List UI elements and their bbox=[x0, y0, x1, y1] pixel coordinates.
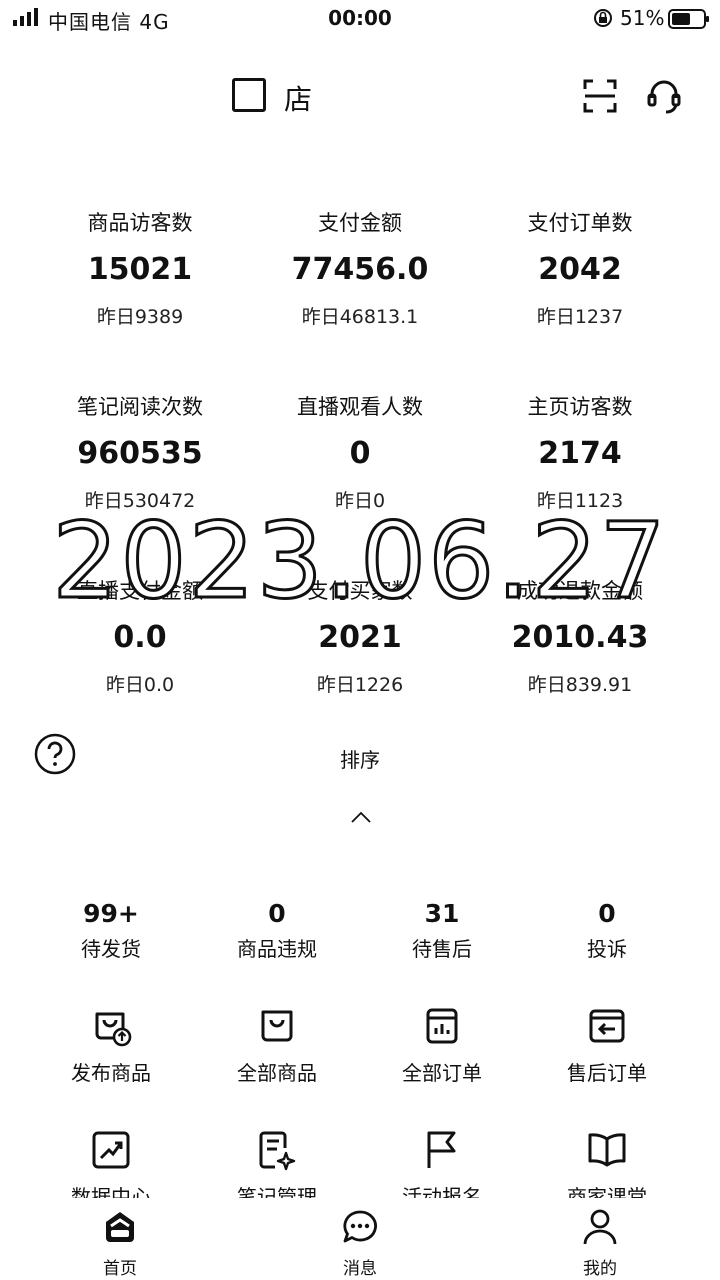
order-list-icon bbox=[426, 1008, 458, 1044]
stat-yesterday: 昨日1123 bbox=[536, 490, 624, 512]
bag-upload-icon bbox=[95, 1012, 132, 1047]
counter-value: 99+ bbox=[83, 899, 139, 928]
stat-value: 2010.43 bbox=[511, 620, 649, 655]
book-icon bbox=[588, 1133, 626, 1167]
battery-percent: 51% bbox=[620, 6, 665, 30]
stat-product-visitors[interactable]: 商品访客数 15021 昨日9389 bbox=[30, 208, 250, 332]
counter-value: 31 bbox=[424, 899, 460, 928]
nav-profile[interactable]: 我的 bbox=[540, 1208, 660, 1279]
shortcut-label: 全部商品 bbox=[237, 1061, 317, 1085]
shortcut-after-sale-orders[interactable]: 售后订单 bbox=[527, 1004, 687, 1088]
sort-button[interactable]: 排序 bbox=[0, 744, 720, 773]
stat-label: 直播支付金额 bbox=[77, 579, 203, 603]
stat-label: 主页访客数 bbox=[527, 395, 633, 419]
note-edit-icon bbox=[259, 1131, 296, 1171]
stat-yesterday: 昨日9389 bbox=[96, 306, 184, 328]
stat-refund-amount[interactable]: 成功退款金额 2010.43 昨日839.91 bbox=[470, 576, 690, 700]
stat-homepage-visitors[interactable]: 主页访客数 2174 昨日1123 bbox=[470, 392, 690, 516]
stat-label: 商品访客数 bbox=[87, 211, 193, 235]
stat-live-payment[interactable]: 直播支付金额 0.0 昨日0.0 bbox=[30, 576, 250, 700]
stat-note-reads[interactable]: 笔记阅读次数 960535 昨日530472 bbox=[30, 392, 250, 516]
chevron-up-icon[interactable] bbox=[350, 810, 372, 824]
counter-product-violations[interactable]: 0 商品违规 bbox=[197, 896, 357, 966]
stat-yesterday: 昨日46813.1 bbox=[301, 306, 419, 328]
counter-label: 待售后 bbox=[412, 937, 472, 961]
return-order-icon bbox=[589, 1009, 625, 1043]
nav-label: 首页 bbox=[103, 1259, 137, 1279]
nav-messages[interactable]: 消息 bbox=[300, 1208, 420, 1279]
battery-icon bbox=[668, 9, 709, 29]
stat-label: 笔记阅读次数 bbox=[77, 395, 203, 419]
shortcut-all-orders[interactable]: 全部订单 bbox=[362, 1004, 522, 1088]
stat-yesterday: 昨日0.0 bbox=[105, 674, 175, 696]
counter-label: 投诉 bbox=[587, 937, 627, 961]
counter-pending-after-sale[interactable]: 31 待售后 bbox=[362, 896, 522, 966]
stat-label: 直播观看人数 bbox=[297, 395, 423, 419]
shortcut-label: 全部订单 bbox=[402, 1061, 482, 1085]
shop-logo[interactable] bbox=[232, 78, 266, 112]
stat-label: 支付订单数 bbox=[527, 211, 633, 235]
counter-complaints[interactable]: 0 投诉 bbox=[527, 896, 687, 966]
shortcut-all-products[interactable]: 全部商品 bbox=[197, 1004, 357, 1088]
stat-value: 2174 bbox=[538, 436, 622, 471]
profile-icon bbox=[583, 1209, 617, 1245]
counter-label: 商品违规 bbox=[237, 937, 317, 961]
stat-yesterday: 昨日1226 bbox=[316, 674, 404, 696]
stat-payment-orders[interactable]: 支付订单数 2042 昨日1237 bbox=[470, 208, 690, 332]
nav-home[interactable]: 首页 bbox=[60, 1208, 180, 1279]
stat-value: 2021 bbox=[318, 620, 402, 655]
stat-yesterday: 昨日1237 bbox=[536, 306, 624, 328]
shop-header: 店 bbox=[0, 70, 720, 120]
shortcut-label: 售后订单 bbox=[567, 1061, 647, 1085]
counter-value: 0 bbox=[268, 899, 286, 928]
shortcut-publish-product[interactable]: 发布商品 bbox=[31, 1004, 191, 1088]
shortcut-label: 发布商品 bbox=[71, 1061, 151, 1085]
stat-payment-amount[interactable]: 支付金额 77456.0 昨日46813.1 bbox=[250, 208, 470, 332]
message-icon bbox=[343, 1210, 377, 1243]
stat-value: 0 bbox=[349, 436, 371, 471]
stat-live-viewers[interactable]: 直播观看人数 0 昨日0 bbox=[250, 392, 470, 516]
stat-yesterday: 昨日839.91 bbox=[527, 674, 633, 696]
flag-icon bbox=[427, 1131, 456, 1168]
nav-label: 我的 bbox=[583, 1259, 617, 1279]
counter-value: 0 bbox=[598, 899, 616, 928]
scan-icon[interactable] bbox=[582, 78, 618, 114]
stat-yesterday: 昨日530472 bbox=[84, 490, 196, 512]
nav-label: 消息 bbox=[343, 1259, 377, 1279]
customer-service-icon[interactable] bbox=[644, 76, 684, 116]
bag-icon bbox=[261, 1010, 293, 1042]
stat-label: 成功退款金额 bbox=[517, 579, 643, 603]
bottom-nav: 首页 消息 我的 bbox=[0, 1198, 720, 1280]
stat-value: 15021 bbox=[87, 252, 193, 287]
counter-pending-shipment[interactable]: 99+ 待发货 bbox=[31, 896, 191, 966]
stat-label: 支付买家数 bbox=[307, 579, 413, 603]
counter-label: 待发货 bbox=[81, 937, 141, 961]
rotation-lock-icon bbox=[594, 9, 612, 27]
shop-name[interactable]: 店 bbox=[284, 78, 312, 118]
status-bar: 中国电信 4G 00:00 51% bbox=[0, 0, 720, 36]
stat-value: 0.0 bbox=[113, 620, 167, 655]
stat-value: 960535 bbox=[77, 436, 203, 471]
stat-yesterday: 昨日0 bbox=[334, 490, 386, 512]
stat-paying-buyers[interactable]: 支付买家数 2021 昨日1226 bbox=[250, 576, 470, 700]
stat-value: 77456.0 bbox=[291, 252, 429, 287]
stat-value: 2042 bbox=[538, 252, 622, 287]
home-icon bbox=[106, 1212, 134, 1242]
stat-label: 支付金额 bbox=[318, 211, 402, 235]
trend-chart-icon bbox=[92, 1131, 130, 1169]
